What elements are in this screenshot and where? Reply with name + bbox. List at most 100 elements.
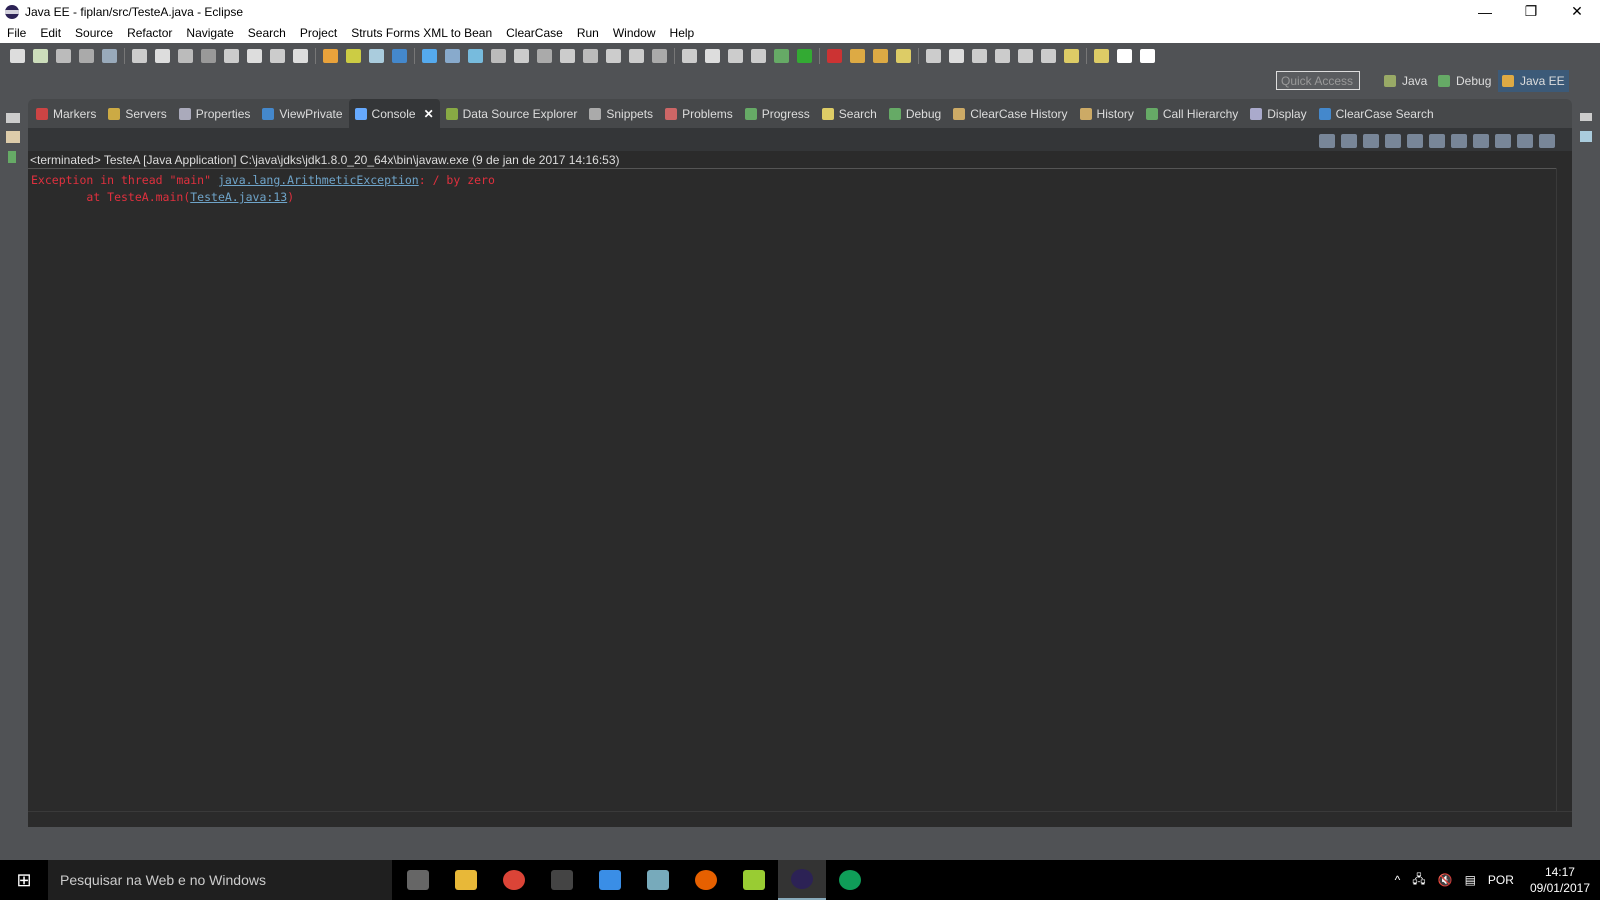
taskbar-search-input[interactable]: Pesquisar na Web e no Windows [48,860,392,900]
exception-link[interactable]: java.lang.ArithmeticException [218,173,419,187]
tab-clearcase-history[interactable]: ClearCase History [947,99,1073,128]
menu-source[interactable]: Source [75,26,113,40]
network-icon[interactable]: 🖧 [1412,870,1425,891]
pen-icon[interactable] [949,49,964,63]
bug-icon[interactable] [774,49,789,63]
pin-icon[interactable] [682,49,697,63]
skip-breakpoints-icon[interactable] [102,49,117,63]
scroll-lock-icon[interactable] [1407,133,1423,148]
prev-annotation-icon[interactable] [1064,49,1079,63]
taskbar-firefox[interactable] [682,860,730,900]
globe-icon[interactable] [422,49,437,63]
tab-console[interactable]: Console ✕ [348,99,440,128]
stack-frame-link[interactable]: TesteA.java:13 [190,190,287,204]
horizontal-scrollbar[interactable] [28,811,1572,827]
link-icon[interactable] [972,49,987,63]
search-icon[interactable] [896,49,911,63]
annotation-icon[interactable] [926,49,941,63]
open-type-icon[interactable] [850,49,865,63]
terminate-icon[interactable] [178,49,193,63]
menu-edit[interactable]: Edit [40,26,61,40]
open-task-icon[interactable] [873,49,888,63]
menu-navigate[interactable]: Navigate [186,26,233,40]
tab-history[interactable]: History [1074,99,1140,128]
terminate-icon[interactable] [1319,133,1335,148]
show-stderr-icon[interactable] [1473,133,1489,148]
menu-refactor[interactable]: Refactor [127,26,172,40]
layout-icon[interactable] [583,49,598,63]
last-edit-icon[interactable] [1094,49,1109,63]
drop-frame-icon[interactable] [293,49,308,63]
taskbar-notepad[interactable] [730,860,778,900]
forward-icon[interactable] [1140,49,1155,63]
tab-snippets[interactable]: Snippets [583,99,659,128]
tab-markers[interactable]: Markers [30,99,102,128]
show-hidden-icons-icon[interactable]: ^ [1395,873,1401,887]
new-icon[interactable] [10,49,25,63]
clock[interactable]: 14:17 09/01/2017 [1530,864,1590,896]
browser-icon[interactable] [445,49,460,63]
web-service-icon[interactable] [392,49,407,63]
deploy-icon[interactable] [728,49,743,63]
perspective-java-ee[interactable]: Java EE [1498,70,1569,92]
close-tab-icon[interactable]: ✕ [424,107,434,121]
tab-servers[interactable]: Servers [102,99,172,128]
next-annotation-icon[interactable] [1041,49,1056,63]
db-icon[interactable] [468,49,483,63]
menu-project[interactable]: Project [300,26,337,40]
resume-icon[interactable] [132,49,147,63]
remove-all-terminated-icon[interactable] [1363,133,1379,148]
step-over-icon[interactable] [247,49,262,63]
clear-console-icon[interactable] [1385,133,1401,148]
taskbar-media-app[interactable] [586,860,634,900]
tab-debug[interactable]: Debug [883,99,947,128]
restore-icon[interactable] [6,113,20,123]
menu-search[interactable]: Search [248,26,286,40]
tab-display[interactable]: Display [1244,99,1312,128]
new-server-icon[interactable] [369,49,384,63]
table-icon[interactable] [491,49,506,63]
menu-file[interactable]: File [7,26,26,40]
menu-struts-forms-xml-to-bean[interactable]: Struts Forms XML to Bean [351,26,492,40]
taskbar-chrome[interactable] [490,860,538,900]
new-project-icon[interactable] [33,49,48,63]
console-output[interactable]: Exception in thread "main" java.lang.Ari… [28,168,1556,811]
step-into-icon[interactable] [224,49,239,63]
view-icon[interactable] [537,49,552,63]
tab-call-hierarchy[interactable]: Call Hierarchy [1140,99,1244,128]
run-icon[interactable] [797,49,812,63]
pin-console-icon[interactable] [1495,133,1511,148]
split-icon[interactable] [1018,49,1033,63]
tab-progress[interactable]: Progress [739,99,816,128]
layout-panel-icon[interactable] [995,49,1010,63]
tab-viewprivate[interactable]: ViewPrivate [256,99,348,128]
tab-properties[interactable]: Properties [173,99,257,128]
tab-data-source-explorer[interactable]: Data Source Explorer [440,99,584,128]
use-step-filters-icon[interactable] [323,49,338,63]
volume-muted-icon[interactable]: 🔇 [1438,873,1453,887]
step-return-icon[interactable] [270,49,285,63]
restore-icon[interactable] [1580,113,1592,121]
remove-launch-icon[interactable] [1341,133,1357,148]
menu-help[interactable]: Help [670,26,695,40]
index-icon[interactable] [560,49,575,63]
close-button[interactable]: ✕ [1554,0,1600,23]
show-stdout-icon[interactable] [1451,133,1467,148]
disconnect-icon[interactable] [201,49,216,63]
save-icon[interactable] [56,49,71,63]
menu-run[interactable]: Run [577,26,599,40]
display-console-icon[interactable] [1517,133,1533,148]
restore-button[interactable]: ❐ [1508,0,1554,23]
filter-icon[interactable] [652,49,667,63]
quick-access-input[interactable]: Quick Access [1276,71,1360,90]
start-button[interactable]: ⊞ [0,860,48,900]
taskbar-search-app[interactable] [634,860,682,900]
taskbar-hangouts[interactable] [826,860,874,900]
menu-clearcase[interactable]: ClearCase [506,26,563,40]
open-console-icon[interactable] [1539,133,1555,148]
column-icon[interactable] [514,49,529,63]
taskbar-task-view[interactable] [394,860,442,900]
suspend-icon[interactable] [155,49,170,63]
taskbar-file-explorer[interactable] [442,860,490,900]
vertical-scrollbar[interactable] [1556,168,1572,811]
